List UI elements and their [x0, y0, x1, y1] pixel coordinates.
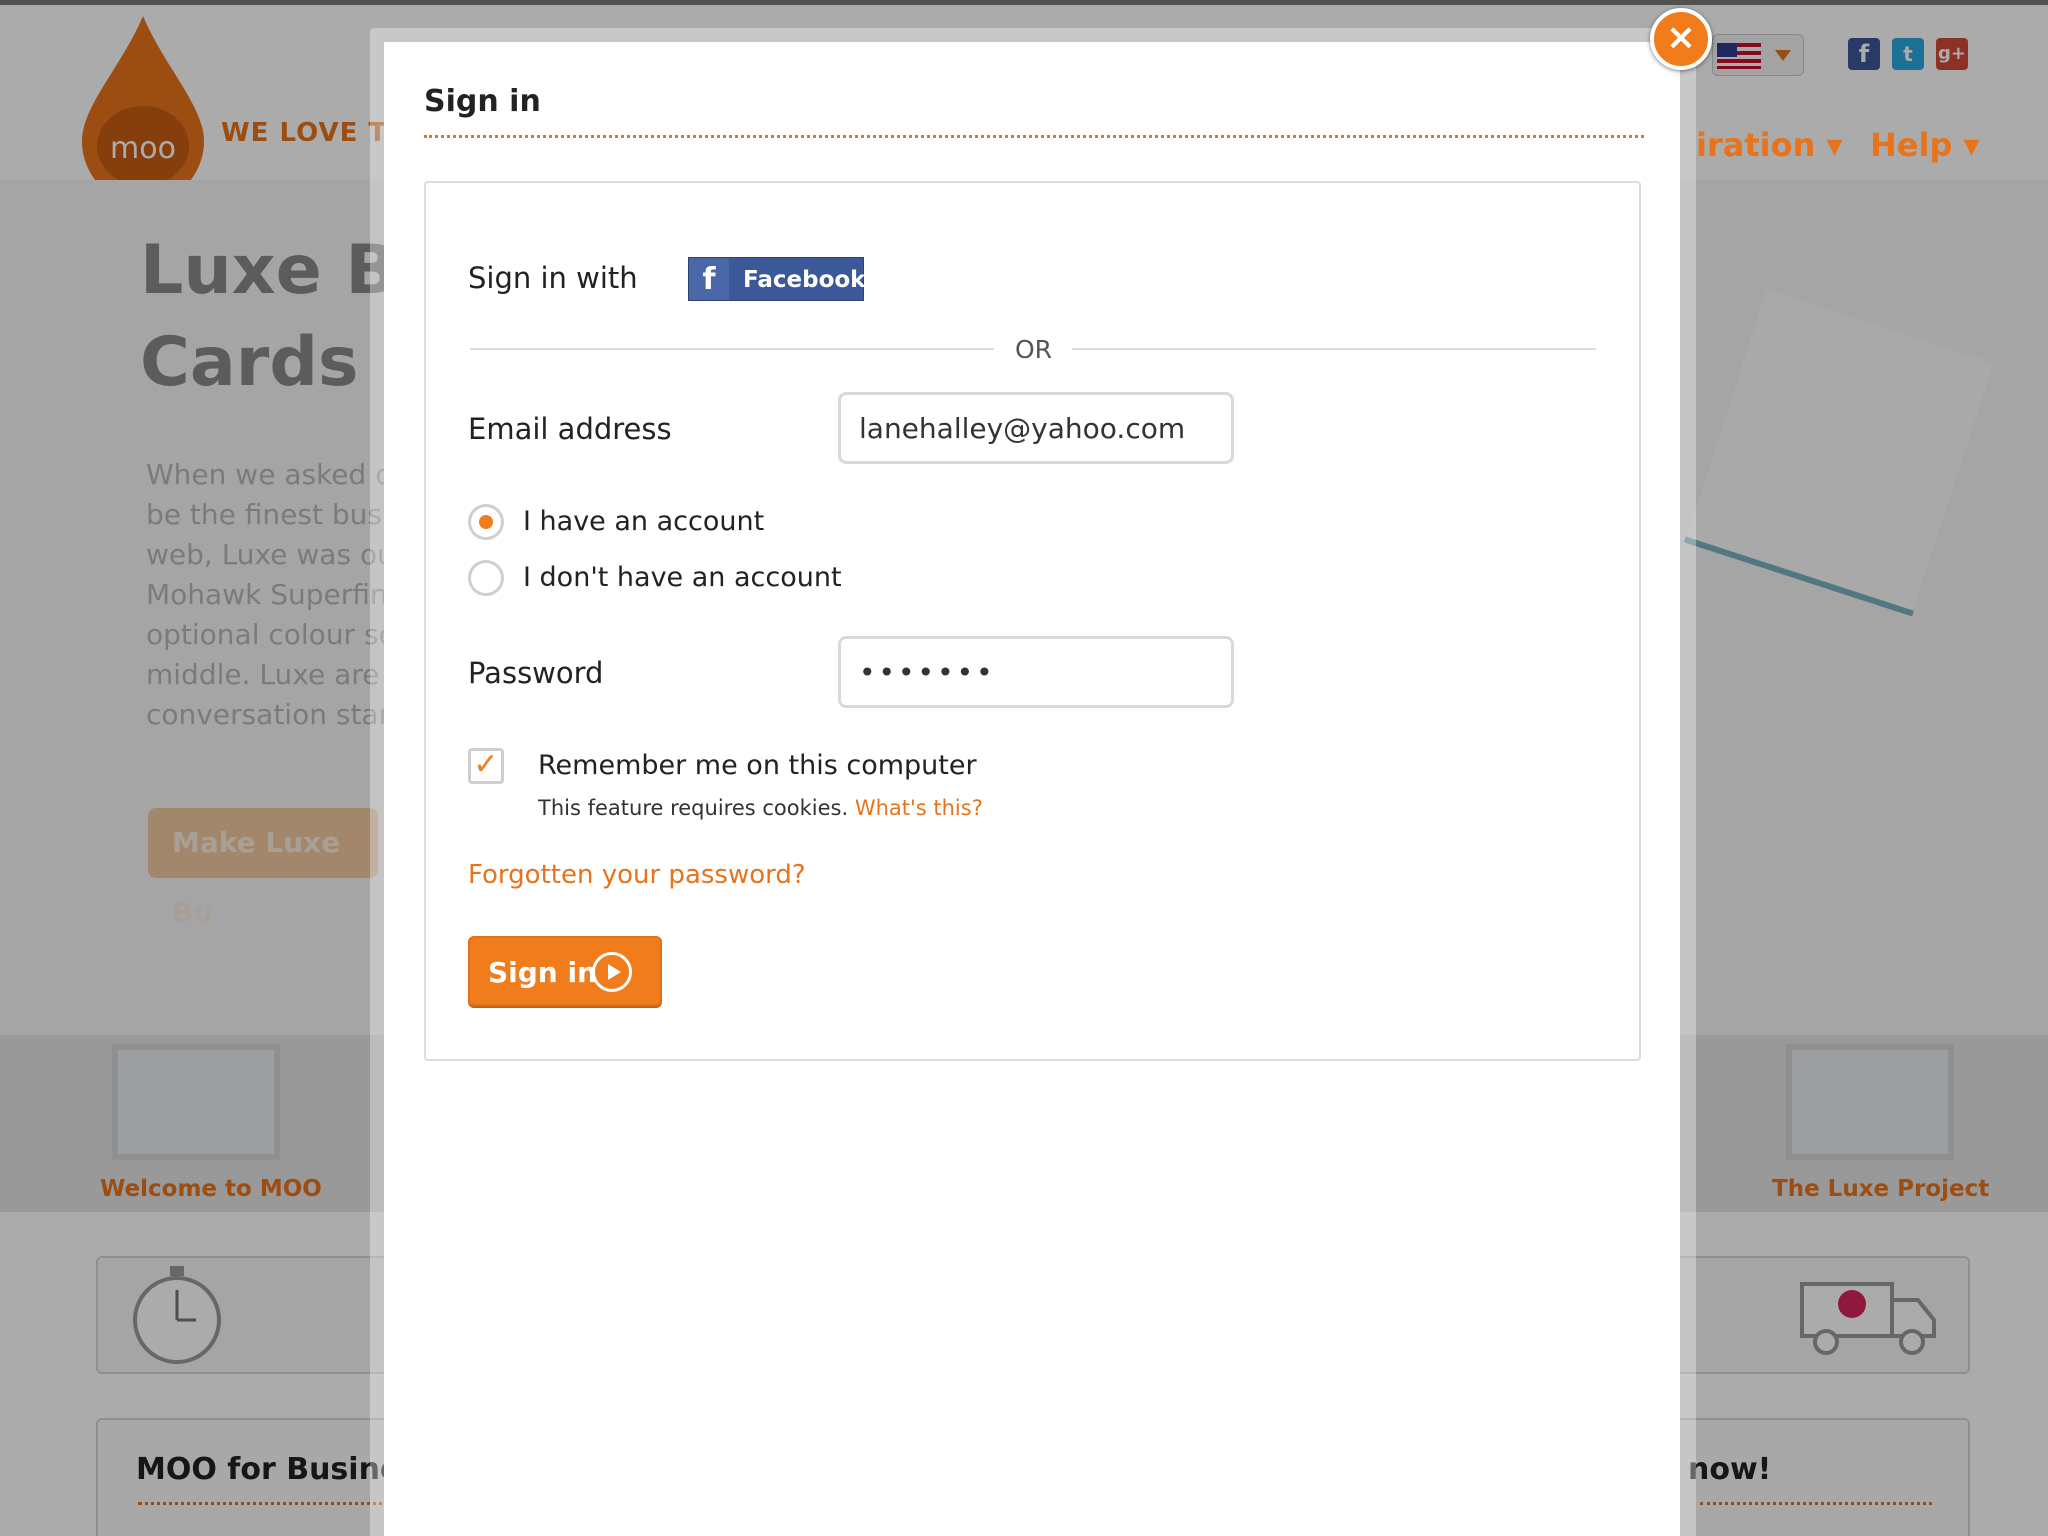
or-divider-right — [1072, 348, 1596, 350]
no-account-radio[interactable] — [468, 560, 504, 596]
or-divider-text: OR — [1015, 335, 1053, 364]
cookies-note-text: This feature requires cookies. — [538, 796, 849, 820]
play-arrow-icon — [592, 952, 632, 992]
sign-in-with-label: Sign in with — [468, 261, 638, 295]
facebook-icon: f — [689, 258, 729, 300]
forgot-password-link[interactable]: Forgotten your password? — [468, 860, 806, 890]
facebook-sign-in-button[interactable]: f Facebook — [688, 257, 866, 301]
email-field[interactable] — [838, 392, 1234, 464]
nav-help[interactable]: Help ▾ — [1870, 126, 1980, 164]
sign-in-button[interactable]: Sign in — [468, 936, 662, 1006]
close-icon: × — [1665, 17, 1697, 58]
no-account-label[interactable]: I don't have an account — [523, 562, 842, 593]
modal-title-rule — [424, 135, 1644, 138]
sign-in-button-label: Sign in — [488, 956, 598, 989]
modal-title: Sign in — [424, 84, 541, 119]
password-field[interactable] — [838, 636, 1234, 708]
cookies-note: This feature requires cookies. What's th… — [538, 796, 983, 820]
whats-this-link[interactable]: What's this? — [855, 796, 983, 820]
have-account-label[interactable]: I have an account — [523, 506, 764, 537]
sign-in-form — [424, 181, 1641, 1061]
nav-inspiration[interactable]: iration ▾ — [1696, 126, 1843, 164]
remember-me-checkbox[interactable]: ✓ — [468, 748, 504, 784]
close-button[interactable]: × — [1650, 8, 1712, 70]
checkmark-icon: ✓ — [473, 747, 499, 782]
email-label: Email address — [468, 412, 672, 446]
or-divider-left — [470, 348, 994, 350]
password-label: Password — [468, 656, 604, 690]
remember-me-label[interactable]: Remember me on this computer — [538, 750, 977, 781]
have-account-radio[interactable] — [468, 504, 504, 540]
facebook-button-label: Facebook — [743, 267, 866, 293]
